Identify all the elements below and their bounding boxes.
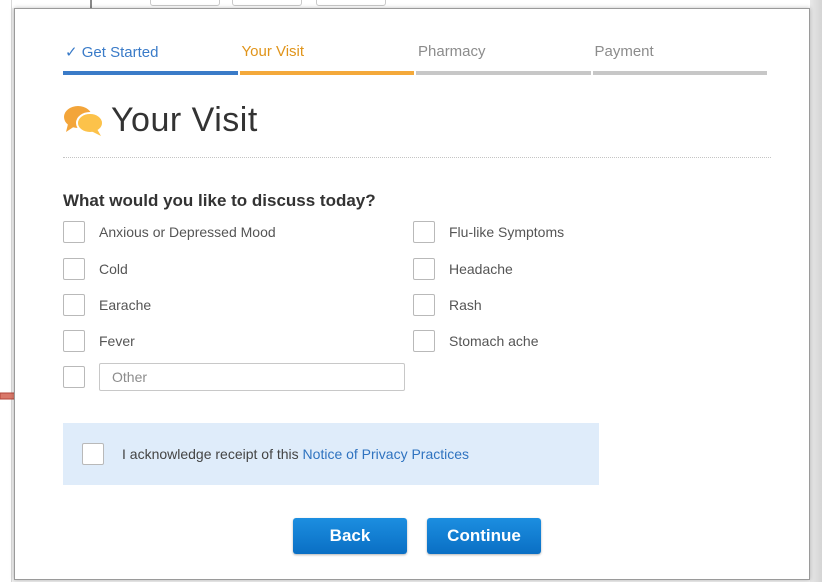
checkbox[interactable] <box>63 366 85 388</box>
step-bar <box>416 71 591 75</box>
page-header: Your Visit <box>63 101 258 140</box>
checkbox[interactable] <box>63 221 85 243</box>
other-input[interactable] <box>99 363 405 391</box>
step-get-started[interactable]: ✓ Get Started <box>63 43 240 75</box>
step-label: ✓ Get Started <box>65 44 159 61</box>
option-other <box>63 363 405 391</box>
step-label: Pharmacy <box>418 43 486 60</box>
progress-steps: ✓ Get Started Your Visit Pharmacy Paymen… <box>63 43 769 75</box>
step-bar <box>592 71 767 75</box>
step-your-visit[interactable]: Your Visit <box>239 43 417 75</box>
privacy-text: I acknowledge receipt of this Notice of … <box>122 446 469 462</box>
background-divider <box>90 0 92 8</box>
checkbox[interactable] <box>413 294 435 316</box>
background-window-left <box>0 0 12 582</box>
checkbox[interactable] <box>63 258 85 280</box>
background-window-right <box>810 0 822 582</box>
option-fever[interactable]: Fever <box>63 330 135 352</box>
option-cold[interactable]: Cold <box>63 258 128 280</box>
option-anxious-depressed[interactable]: Anxious or Depressed Mood <box>63 221 276 243</box>
option-headache[interactable]: Headache <box>413 258 513 280</box>
step-pharmacy: Pharmacy <box>416 43 593 75</box>
privacy-checkbox[interactable] <box>82 443 104 465</box>
option-label: Earache <box>99 297 152 313</box>
checkbox[interactable] <box>413 221 435 243</box>
privacy-acknowledgement: I acknowledge receipt of this Notice of … <box>63 423 599 485</box>
background-button <box>232 0 302 6</box>
option-label: Anxious or Depressed Mood <box>99 224 276 240</box>
option-rash[interactable]: Rash <box>413 294 482 316</box>
background-button <box>150 0 220 6</box>
checkbox[interactable] <box>413 258 435 280</box>
option-label: Flu-like Symptoms <box>449 224 565 240</box>
question-heading: What would you like to discuss today? <box>63 191 376 210</box>
checkbox[interactable] <box>63 294 85 316</box>
step-bar <box>239 71 414 75</box>
checkbox[interactable] <box>413 330 435 352</box>
option-label: Stomach ache <box>449 333 539 349</box>
continue-button[interactable]: Continue <box>427 518 541 554</box>
option-label: Rash <box>449 297 482 313</box>
page-title: Your Visit <box>111 101 258 139</box>
step-payment: Payment <box>592 43 770 75</box>
checkbox[interactable] <box>63 330 85 352</box>
option-label: Headache <box>449 261 513 277</box>
chat-bubbles-icon <box>64 105 104 136</box>
privacy-notice-link[interactable]: Notice of Privacy Practices <box>303 446 470 462</box>
visit-dialog: ✓ Get Started Your Visit Pharmacy Paymen… <box>14 8 810 580</box>
option-label: Fever <box>99 333 135 349</box>
step-label: Your Visit <box>241 43 305 60</box>
option-label: Cold <box>99 261 128 277</box>
step-bar <box>63 71 238 75</box>
divider <box>63 157 771 158</box>
privacy-prefix: I acknowledge receipt of this <box>122 446 303 462</box>
option-stomach-ache[interactable]: Stomach ache <box>413 330 539 352</box>
back-button[interactable]: Back <box>293 518 407 554</box>
background-button <box>316 0 386 6</box>
step-label: Payment <box>594 43 654 60</box>
option-flu-like[interactable]: Flu-like Symptoms <box>413 221 564 243</box>
option-earache[interactable]: Earache <box>63 294 151 316</box>
background-window-top <box>12 0 822 8</box>
